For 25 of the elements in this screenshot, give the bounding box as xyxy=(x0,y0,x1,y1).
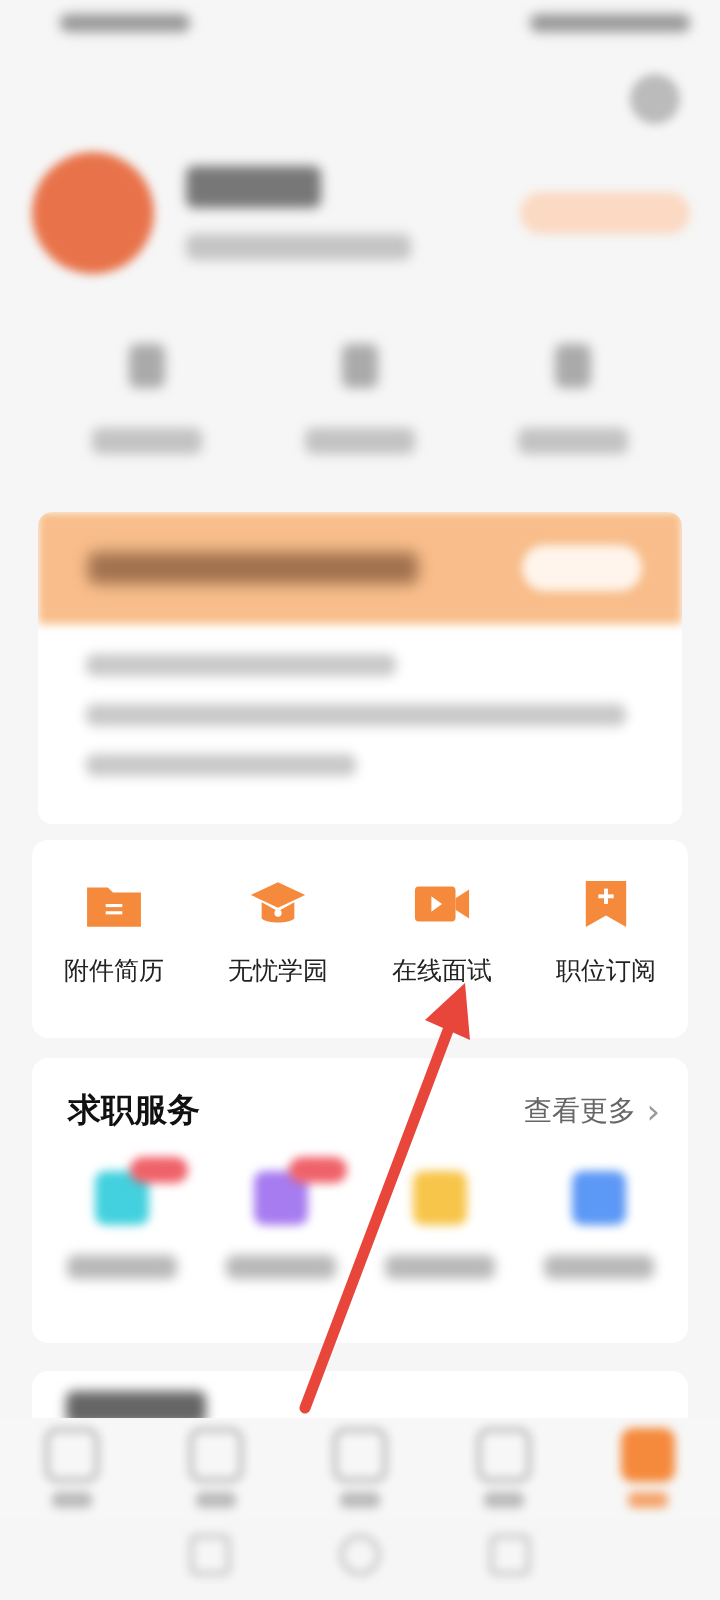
nav-tab[interactable] xyxy=(189,1428,243,1508)
blurred-button[interactable] xyxy=(520,192,690,234)
nav-tab[interactable] xyxy=(621,1428,675,1508)
blurred-button[interactable] xyxy=(522,545,642,591)
blurred-badge xyxy=(130,1157,188,1183)
tool-item[interactable]: 无忧学园 xyxy=(198,876,358,1002)
blurred-text xyxy=(342,344,378,388)
tool-item[interactable]: 在线面试 xyxy=(362,876,522,1002)
nav-tab[interactable] xyxy=(477,1428,531,1508)
settings-icon[interactable] xyxy=(630,74,680,124)
blurred-icon[interactable] xyxy=(412,1171,467,1225)
blurred-icon[interactable] xyxy=(94,1171,149,1225)
blurred-icon[interactable] xyxy=(571,1171,626,1225)
avatar[interactable] xyxy=(32,152,154,274)
section-title: 求职服务 xyxy=(68,1089,200,1131)
promo-banner[interactable] xyxy=(38,512,682,624)
nav-tab[interactable] xyxy=(45,1428,99,1508)
view-more-link[interactable]: 查看更多 › xyxy=(524,1090,660,1131)
blurred-icon[interactable] xyxy=(253,1171,308,1225)
tool-item[interactable]: 附件简历 xyxy=(34,876,194,1002)
blurred-text xyxy=(128,344,165,388)
blurred-badge xyxy=(289,1157,347,1183)
tool-item[interactable]: 职位订阅 xyxy=(526,876,686,1002)
nav-tab[interactable] xyxy=(333,1428,387,1508)
blurred-text xyxy=(555,344,592,388)
